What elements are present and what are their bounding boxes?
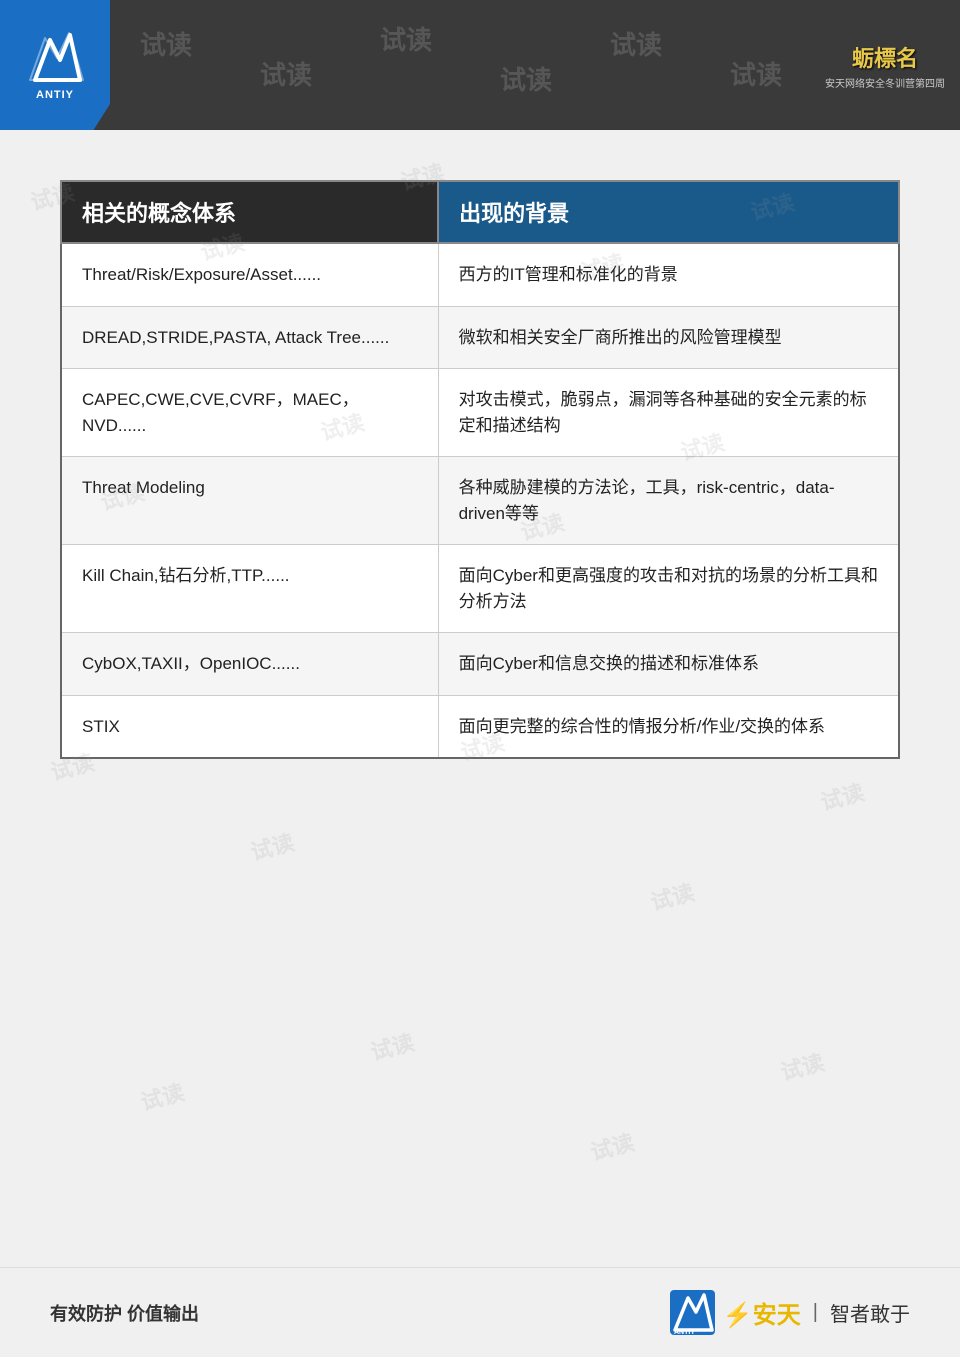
table-cell-left-5: CybOX,TAXII，OpenIOC...... xyxy=(61,633,438,696)
table-row: CAPEC,CWE,CVE,CVRF，MAEC，NVD......对攻击模式，脆… xyxy=(61,369,899,457)
col1-header: 相关的概念体系 xyxy=(61,181,438,243)
table-cell-right-3: 各种威胁建模的方法论，工具，risk-centric，data-driven等等 xyxy=(438,457,899,545)
top-right-logo: 蛎標名 安天网络安全冬训营第四周 xyxy=(825,20,945,110)
col2-header: 出现的背景 xyxy=(438,181,899,243)
table-row: STIX面向更完整的综合性的情报分析/作业/交换的体系 xyxy=(61,695,899,758)
footer-left-text: 有效防护 价值输出 xyxy=(50,1300,199,1326)
footer-logo-icon: ANTIY xyxy=(670,1290,715,1335)
header-watermark-6: 试读 xyxy=(730,55,782,92)
top-brand-sub: 安天网络安全冬训营第四周 xyxy=(825,75,945,90)
table-row: Kill Chain,钻石分析,TTP......面向Cyber和更高强度的攻击… xyxy=(61,545,899,633)
header-watermark-area: 试读 试读 试读 试读 试读 试读 试读 xyxy=(110,0,825,130)
table-cell-left-6: STIX xyxy=(61,695,438,758)
header-watermark-4: 试读 xyxy=(500,60,552,97)
footer: 有效防护 价值输出 ANTIY ⚡安天 | 智者敢于 xyxy=(0,1267,960,1357)
footer-right: ANTIY ⚡安天 | 智者敢于 xyxy=(670,1290,910,1335)
body-wm-18: 试读 xyxy=(777,1045,828,1087)
body-wm-11: 试读 xyxy=(247,825,298,867)
table-cell-left-0: Threat/Risk/Exposure/Asset...... xyxy=(61,243,438,306)
table-cell-right-0: 西方的IT管理和标准化的背景 xyxy=(438,243,899,306)
header-watermark-1: 试读 xyxy=(140,25,192,62)
concept-table: 相关的概念体系 出现的背景 Threat/Risk/Exposure/Asset… xyxy=(60,180,900,759)
table-cell-right-6: 面向更完整的综合性的情报分析/作业/交换的体系 xyxy=(438,695,899,758)
header-watermark-5: 试读 xyxy=(610,25,662,62)
logo-icon xyxy=(25,30,85,85)
body-wm-15: 试读 xyxy=(137,1075,188,1117)
footer-brand-icon: ⚡ xyxy=(723,1303,753,1329)
header-watermark-3: 试读 xyxy=(380,20,432,57)
table-row: DREAD,STRIDE,PASTA, Attack Tree......微软和… xyxy=(61,306,899,369)
table-cell-right-5: 面向Cyber和信息交换的描述和标准体系 xyxy=(438,633,899,696)
header: ANTIY 试读 试读 试读 试读 试读 试读 试读 蛎標名 安天网络安全冬训营… xyxy=(0,0,960,130)
body-wm-13: 试读 xyxy=(647,875,698,917)
header-watermark-2: 试读 xyxy=(260,55,312,92)
table-cell-left-4: Kill Chain,钻石分析,TTP...... xyxy=(61,545,438,633)
table-row: Threat/Risk/Exposure/Asset......西方的IT管理和… xyxy=(61,243,899,306)
footer-divider: | xyxy=(813,1301,818,1324)
table-cell-right-4: 面向Cyber和更高强度的攻击和对抗的场景的分析工具和分析方法 xyxy=(438,545,899,633)
logo-text: ANTIY xyxy=(36,89,74,101)
main-content: 相关的概念体系 出现的背景 Threat/Risk/Exposure/Asset… xyxy=(0,130,960,799)
top-brand-name: 蛎標名 xyxy=(852,41,918,73)
table-cell-left-3: Threat Modeling xyxy=(61,457,438,545)
table-cell-right-2: 对攻击模式，脆弱点，漏洞等各种基础的安全元素的标定和描述结构 xyxy=(438,369,899,457)
logo-box: ANTIY xyxy=(0,0,110,130)
body-wm-16: 试读 xyxy=(367,1025,418,1067)
table-cell-right-1: 微软和相关安全厂商所推出的风险管理模型 xyxy=(438,306,899,369)
table-cell-left-1: DREAD,STRIDE,PASTA, Attack Tree...... xyxy=(61,306,438,369)
footer-brand: ⚡安天 xyxy=(723,1295,801,1330)
svg-text:ANTIY: ANTIY xyxy=(674,1329,695,1335)
table-row: CybOX,TAXII，OpenIOC......面向Cyber和信息交换的描述… xyxy=(61,633,899,696)
table-cell-left-2: CAPEC,CWE,CVE,CVRF，MAEC，NVD...... xyxy=(61,369,438,457)
body-wm-17: 试读 xyxy=(587,1125,638,1167)
table-row: Threat Modeling各种威胁建模的方法论，工具，risk-centri… xyxy=(61,457,899,545)
footer-slogan: 智者敢于 xyxy=(830,1298,910,1327)
